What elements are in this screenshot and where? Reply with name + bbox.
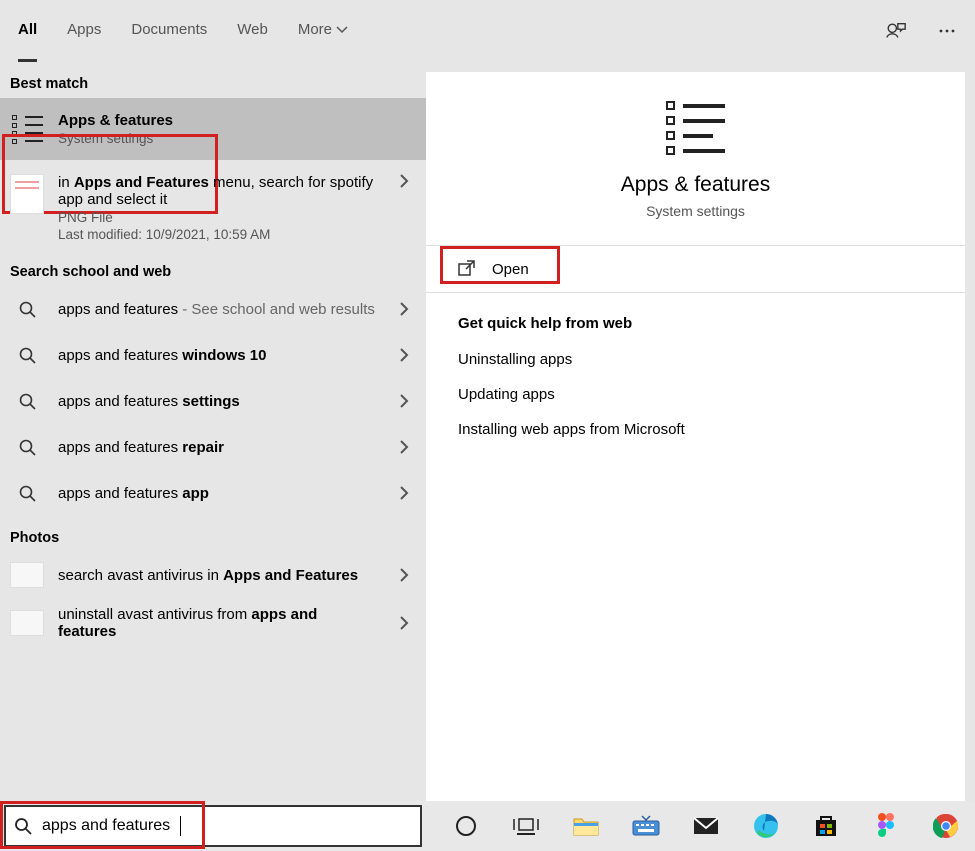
taskbar: apps and features <box>0 801 975 851</box>
best-match-title: Apps & features <box>58 112 416 129</box>
search-icon <box>10 485 44 502</box>
search-icon <box>10 393 44 410</box>
file-explorer-icon[interactable] <box>570 810 602 842</box>
help-link[interactable]: Installing web apps from Microsoft <box>426 412 965 447</box>
tab-documents[interactable]: Documents <box>131 0 207 62</box>
web-result[interactable]: apps and features app <box>0 470 426 516</box>
chevron-right-icon[interactable] <box>392 440 416 454</box>
tab-all[interactable]: All <box>18 0 37 62</box>
section-school-web: Search school and web <box>0 250 426 286</box>
help-link[interactable]: Uninstalling apps <box>426 342 965 377</box>
edge-browser-icon[interactable] <box>750 810 782 842</box>
chevron-right-icon[interactable] <box>392 616 416 630</box>
feedback-icon[interactable] <box>885 20 907 42</box>
mail-icon[interactable] <box>690 810 722 842</box>
quick-help-header: Get quick help from web <box>426 293 965 342</box>
png-thumbnail-icon <box>10 174 44 214</box>
search-icon <box>10 301 44 318</box>
filter-tabs: All Apps Documents Web More <box>18 0 348 62</box>
preview-subtitle: System settings <box>458 203 933 219</box>
open-action[interactable]: Open <box>426 246 965 292</box>
apps-features-icon <box>10 115 44 144</box>
more-options-icon[interactable] <box>937 21 957 41</box>
section-best-match: Best match <box>0 62 426 98</box>
open-external-icon <box>458 260 476 278</box>
figma-icon[interactable] <box>870 810 902 842</box>
best-match-result[interactable]: Apps & features System settings <box>0 98 426 160</box>
web-result-text: apps and features settings <box>58 393 378 410</box>
tab-web[interactable]: Web <box>237 0 268 62</box>
photo-result[interactable]: search avast antivirus in Apps and Featu… <box>0 552 426 598</box>
web-result-text: apps and features app <box>58 485 378 502</box>
preview-title: Apps & features <box>458 173 933 197</box>
search-filter-bar: All Apps Documents Web More <box>0 0 975 62</box>
open-label: Open <box>492 261 529 278</box>
file-result[interactable]: in Apps and Features menu, search for sp… <box>0 160 426 250</box>
web-result-text: apps and features - See school and web r… <box>58 301 378 318</box>
chevron-right-icon[interactable] <box>392 302 416 316</box>
image-thumbnail-icon <box>10 562 44 588</box>
web-result[interactable]: apps and features settings <box>0 378 426 424</box>
tab-more[interactable]: More <box>298 0 348 62</box>
tab-more-label: More <box>298 21 332 38</box>
help-link[interactable]: Updating apps <box>426 377 965 412</box>
web-result-text: apps and features repair <box>58 439 378 456</box>
tab-apps[interactable]: Apps <box>67 0 101 62</box>
keyboard-icon[interactable] <box>630 810 662 842</box>
chevron-right-icon[interactable] <box>392 394 416 408</box>
best-match-subtitle: System settings <box>58 131 416 146</box>
task-view-icon[interactable] <box>510 810 542 842</box>
web-result[interactable]: apps and features repair <box>0 424 426 470</box>
chevron-down-icon <box>336 24 348 36</box>
photo-result-text: search avast antivirus in Apps and Featu… <box>58 567 378 584</box>
cortana-icon[interactable] <box>450 810 482 842</box>
preview-panel: Apps & features System settings Open Get… <box>426 72 965 801</box>
chevron-right-icon[interactable] <box>392 486 416 500</box>
chevron-right-icon[interactable] <box>392 568 416 582</box>
section-photos: Photos <box>0 516 426 552</box>
web-result[interactable]: apps and features windows 10 <box>0 332 426 378</box>
search-input-wrapper[interactable]: apps and features <box>4 805 422 847</box>
image-thumbnail-icon <box>10 610 44 636</box>
file-result-title: in Apps and Features menu, search for sp… <box>58 174 378 208</box>
preview-icon <box>458 101 933 155</box>
photo-result[interactable]: uninstall avast antivirus from apps and … <box>0 598 426 648</box>
search-icon <box>10 439 44 456</box>
chevron-right-icon[interactable] <box>392 174 416 188</box>
file-result-modified: Last modified: 10/9/2021, 10:59 AM <box>58 227 378 242</box>
microsoft-store-icon[interactable] <box>810 810 842 842</box>
web-result-text: apps and features windows 10 <box>58 347 378 364</box>
search-icon <box>10 347 44 364</box>
results-list: Best match Apps & features System settin… <box>0 62 426 801</box>
web-result[interactable]: apps and features - See school and web r… <box>0 286 426 332</box>
file-result-type: PNG File <box>58 210 378 225</box>
chrome-browser-icon[interactable] <box>930 810 962 842</box>
photo-result-text: uninstall avast antivirus from apps and … <box>58 606 378 640</box>
chevron-right-icon[interactable] <box>392 348 416 362</box>
